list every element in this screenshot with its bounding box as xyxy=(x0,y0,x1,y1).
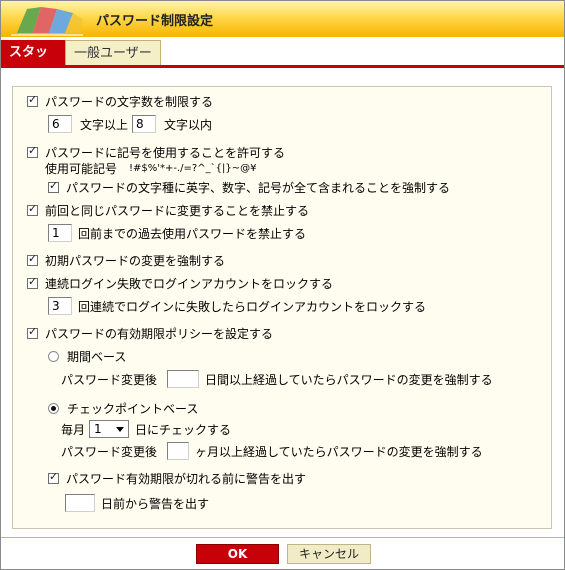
force-mix-label: パスワードの文字種に英字、数字、記号が全て含まれることを強制する xyxy=(66,181,451,195)
force-mix-checkbox[interactable] xyxy=(48,179,59,193)
tab-general-users[interactable]: 一般ユーザー xyxy=(65,40,161,65)
period-option-row: 期間ベース xyxy=(48,348,126,365)
window-title: パスワード制限設定 xyxy=(96,14,214,29)
expiry-row: パスワードの有効期限ポリシーを設定する xyxy=(27,325,273,342)
length-limit-checkbox[interactable] xyxy=(27,93,38,107)
cancel-button[interactable]: キャンセル xyxy=(287,544,371,564)
title-bar: パスワード制限設定 xyxy=(1,1,564,37)
warn-checkbox[interactable] xyxy=(48,470,59,484)
length-values-row: 6 文字以上 8 文字以内 xyxy=(48,115,212,133)
period-values-row: パスワード変更後 日間以上経過していたらパスワードの変更を強制する xyxy=(61,370,493,388)
period-radio[interactable] xyxy=(48,351,59,362)
reuse-checkbox[interactable] xyxy=(27,202,38,216)
force-mix-row: パスワードの文字種に英字、数字、記号が全て含まれることを強制する xyxy=(48,179,450,196)
footer: OK キャンセル xyxy=(1,537,564,569)
checkpoint-monthly-prefix: 毎月 xyxy=(61,422,86,437)
checkpoint-day-row: 毎月 1 日にチェックする xyxy=(61,420,231,438)
checkpoint-suffix: ヶ月以上経過していたらパスワードの変更を強制する xyxy=(195,444,483,459)
symbols-label: パスワードに記号を使用することを許可する xyxy=(45,146,286,160)
reuse-count-suffix: 回前までの過去使用パスワードを禁止する xyxy=(78,226,307,241)
warn-days-input[interactable] xyxy=(65,494,95,512)
expiry-checkbox[interactable] xyxy=(27,325,38,339)
settings-panel: パスワードの文字数を制限する 6 文字以上 8 文字以内 パスワードに記号を使用… xyxy=(12,86,552,529)
max-length-input[interactable]: 8 xyxy=(132,115,157,133)
checkpoint-radio[interactable] xyxy=(48,403,59,414)
allowed-symbols-row: 使用可能記号 !#$%'*+-./=?^_`{|}~@¥ xyxy=(45,160,256,177)
lockout-row: 連続ログイン失敗でログインアカウントをロックする xyxy=(27,275,333,292)
app-logo-icon xyxy=(11,7,83,36)
lockout-label: 連続ログイン失敗でログインアカウントをロックする xyxy=(45,277,334,291)
checkpoint-day-select[interactable]: 1 xyxy=(89,420,130,438)
checkpoint-prefix: パスワード変更後 xyxy=(61,444,158,459)
checkpoint-months-input[interactable] xyxy=(167,442,190,460)
lockout-count-row: 3 回連続でログインに失敗したらログインアカウントをロックする xyxy=(48,297,426,315)
reuse-count-input[interactable]: 1 xyxy=(48,224,72,242)
max-length-suffix: 文字以内 xyxy=(164,117,213,132)
chevron-down-icon xyxy=(116,426,125,432)
period-days-input[interactable] xyxy=(167,370,200,388)
symbols-checkbox[interactable] xyxy=(27,144,38,158)
tab-staff[interactable]: スタッフ xyxy=(1,40,65,85)
reuse-count-row: 1 回前までの過去使用パスワードを禁止する xyxy=(48,224,306,242)
length-row: パスワードの文字数を制限する xyxy=(27,93,213,110)
reuse-row: 前回と同じパスワードに変更することを禁止する xyxy=(27,202,309,219)
warn-row: パスワード有効期限が切れる前に警告を出す xyxy=(48,470,306,487)
initial-change-row: 初期パスワードの変更を強制する xyxy=(27,252,225,269)
symbols-row: パスワードに記号を使用することを許可する xyxy=(27,144,285,161)
initial-change-label: 初期パスワードの変更を強制する xyxy=(45,254,226,268)
initial-change-checkbox[interactable] xyxy=(27,252,38,266)
lockout-count-input[interactable]: 3 xyxy=(48,297,72,315)
allowed-symbols-label: 使用可能記号 xyxy=(45,162,118,176)
period-label: 期間ベース xyxy=(67,350,127,364)
warn-values-row: 日前から警告を出す xyxy=(65,494,209,512)
ok-button[interactable]: OK xyxy=(196,544,279,564)
checkpoint-monthly-suffix: 日にチェックする xyxy=(135,422,232,437)
min-length-input[interactable]: 6 xyxy=(48,115,72,133)
checkpoint-label: チェックポイントベース xyxy=(67,402,199,416)
allowed-symbols-chars: !#$%'*+-./=?^_`{|}~@¥ xyxy=(129,163,257,174)
period-prefix: パスワード変更後 xyxy=(61,372,158,387)
period-suffix: 日間以上経過していたらパスワードの変更を強制する xyxy=(205,372,493,387)
checkpoint-option-row: チェックポイントベース xyxy=(48,400,198,417)
lockout-checkbox[interactable] xyxy=(27,275,38,289)
checkpoint-values-row: パスワード変更後 ヶ月以上経過していたらパスワードの変更を強制する xyxy=(61,442,483,460)
expiry-label: パスワードの有効期限ポリシーを設定する xyxy=(45,327,274,341)
lockout-count-suffix: 回連続でログインに失敗したらログインアカウントをロックする xyxy=(78,299,427,314)
min-length-suffix: 文字以上 xyxy=(80,117,129,132)
warn-suffix: 日前から警告を出す xyxy=(101,496,210,511)
password-policy-window: パスワード制限設定 スタッフ 一般ユーザー パスワードの文字数を制限する 6 文… xyxy=(0,0,565,570)
tab-bar: スタッフ 一般ユーザー xyxy=(1,38,564,85)
length-limit-label: パスワードの文字数を制限する xyxy=(45,95,214,109)
main-content: パスワードの文字数を制限する 6 文字以上 8 文字以内 パスワードに記号を使用… xyxy=(1,68,564,537)
checkpoint-day-value: 1 xyxy=(94,422,102,436)
warn-label: パスワード有効期限が切れる前に警告を出す xyxy=(66,472,307,486)
reuse-label: 前回と同じパスワードに変更することを禁止する xyxy=(45,204,310,218)
